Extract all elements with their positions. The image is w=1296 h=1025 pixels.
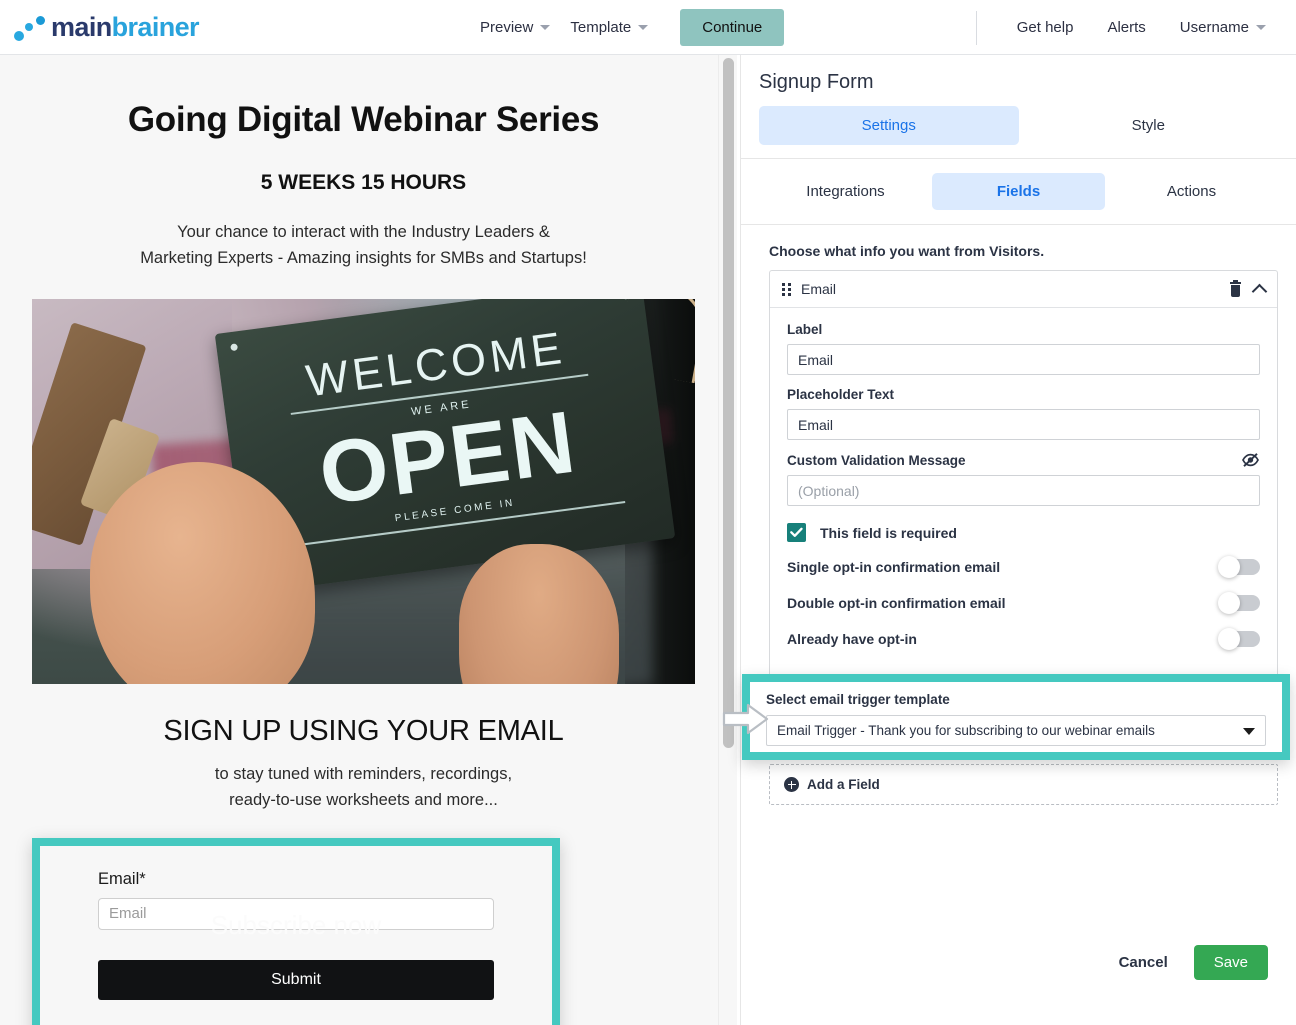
field-card-title: Email [801, 281, 837, 297]
top-header: mainbrainer Preview Template Continue Ge… [0, 0, 1296, 55]
continue-button[interactable]: Continue [680, 9, 785, 46]
preview-scrollbar-track[interactable] [718, 55, 737, 1025]
nav-template-menu[interactable]: Template [560, 13, 658, 42]
toggle-row-double-optin[interactable]: Double opt-in confirmation email [787, 592, 1260, 614]
sign-open-text: OPEN [313, 391, 582, 524]
toggle-double-optin[interactable] [1218, 592, 1260, 614]
hero-subtitle: 5 WEEKS 15 HOURS [260, 171, 467, 194]
preview-scrollbar-thumb[interactable] [723, 58, 734, 748]
username-label: Username [1179, 19, 1249, 36]
logo-text-brand: brainer [111, 12, 200, 42]
tab-actions[interactable]: Actions [1105, 173, 1278, 210]
email-trigger-label: Select email trigger template [766, 692, 950, 707]
toggle-label-single-optin: Single opt-in confirmation email [787, 559, 1001, 575]
chevron-down-icon [638, 25, 649, 30]
required-checkbox[interactable] [787, 523, 806, 542]
toggle-row-already-optin[interactable]: Already have opt-in [787, 628, 1260, 650]
sub-tabs: Integrations Fields Actions [741, 159, 1296, 224]
logo-text-main: main [51, 12, 112, 42]
nav-preview-label: Preview [480, 19, 534, 36]
tab-settings[interactable]: Settings [759, 106, 1019, 145]
add-a-field-button[interactable]: Add a Field [769, 764, 1278, 805]
panel-footer-buttons: Cancel Save [1119, 945, 1268, 980]
field-card-header[interactable]: Email [770, 271, 1277, 308]
toggle-row-single-optin[interactable]: Single opt-in confirmation email [787, 556, 1260, 578]
alerts-link[interactable]: Alerts [1093, 13, 1159, 42]
logo-dots-icon [14, 14, 50, 42]
email-trigger-selected-value: Email Trigger - Thank you for subscribin… [777, 723, 1155, 738]
get-help-link[interactable]: Get help [1003, 13, 1088, 42]
header-divider [975, 10, 977, 45]
page-title: Going Digital Webinar Series [127, 100, 600, 139]
field-card-body: Label Placeholder Text Custom Validation… [770, 308, 1277, 737]
required-checkbox-label: This field is required [820, 524, 957, 541]
preview-submit-button[interactable]: Submit [98, 959, 494, 1000]
cta-title: SIGN UP USING YOUR EMAIL [163, 714, 564, 747]
app-logo[interactable]: mainbrainer [14, 12, 200, 43]
validation-field-input[interactable] [787, 475, 1260, 506]
main-tabs: Settings Style [741, 94, 1296, 145]
toggle-single-optin[interactable] [1218, 556, 1260, 578]
toggle-label-already-optin: Already have opt-in [787, 631, 917, 647]
collapse-field-icon[interactable] [1251, 282, 1268, 299]
toggle-already-optin[interactable] [1218, 628, 1260, 650]
sign-welcome-text: WELCOME [303, 321, 569, 407]
cancel-button[interactable]: Cancel [1119, 954, 1168, 971]
hero-description-line2: Marketing Experts - Amazing insights for… [140, 249, 587, 268]
placeholder-field-title: Placeholder Text [787, 387, 895, 402]
hero-description: Your chance to interact with the Industr… [0, 219, 727, 272]
cta-subtitle-line2: ready-to-use worksheets and more... [229, 791, 498, 810]
header-right-nav: Get help Alerts Username [975, 0, 1280, 55]
validation-field-title: Custom Validation Message [787, 452, 966, 468]
email-trigger-highlight-box: Select email trigger template Email Trig… [742, 674, 1290, 760]
cta-subtitle-line1: to stay tuned with reminders, recordings… [214, 764, 513, 783]
eye-slash-icon[interactable] [1241, 452, 1260, 468]
username-menu[interactable]: Username [1166, 13, 1280, 42]
hero-image: WELCOME WE ARE OPEN PLEASE COME IN [32, 298, 695, 684]
add-a-field-label: Add a Field [807, 777, 880, 792]
cta-subtitle: to stay tuned with reminders, recordings… [0, 761, 727, 814]
rope-decoration [615, 298, 695, 384]
tab-fields[interactable]: Fields [932, 173, 1105, 210]
chevron-down-icon [1256, 25, 1266, 30]
delete-field-icon[interactable] [1229, 279, 1242, 297]
email-trigger-select[interactable]: Email Trigger - Thank you for subscribin… [766, 715, 1266, 746]
plus-circle-icon [784, 777, 799, 792]
signup-form-highlight-box: Subscribe now Email* Submit [32, 837, 560, 1025]
settings-panel-title: Signup Form [759, 71, 874, 93]
preview-email-label: Email* [98, 869, 146, 888]
settings-panel: Signup Form Settings Style Integrations … [740, 55, 1296, 1025]
placeholder-field-input[interactable] [787, 409, 1260, 440]
hero-description-line1: Your chance to interact with the Industr… [177, 223, 550, 241]
drag-handle-icon[interactable] [782, 282, 791, 296]
preview-email-input[interactable] [98, 897, 494, 930]
toggle-label-double-optin: Double opt-in confirmation email [787, 595, 1006, 611]
nav-preview-menu[interactable]: Preview [470, 13, 560, 42]
field-card-email: Email Label Placeholder Text Custom Vali… [769, 270, 1278, 738]
annotation-arrow-icon [722, 703, 770, 740]
tab-integrations[interactable]: Integrations [759, 173, 932, 210]
chevron-down-icon [1243, 728, 1255, 735]
fields-instruction: Choose what info you want from Visitors. [769, 243, 1045, 259]
label-field-input[interactable] [787, 344, 1260, 375]
header-center-nav: Preview Template Continue [470, 0, 785, 55]
nav-template-label: Template [570, 19, 632, 36]
label-field-title: Label [787, 322, 823, 337]
form-preview-pane: Going Digital Webinar Series 5 WEEKS 15 … [0, 55, 727, 1025]
required-checkbox-row[interactable]: This field is required [787, 523, 1260, 542]
save-button[interactable]: Save [1193, 945, 1268, 980]
chevron-down-icon [540, 25, 551, 30]
tab-style[interactable]: Style [1019, 106, 1279, 145]
